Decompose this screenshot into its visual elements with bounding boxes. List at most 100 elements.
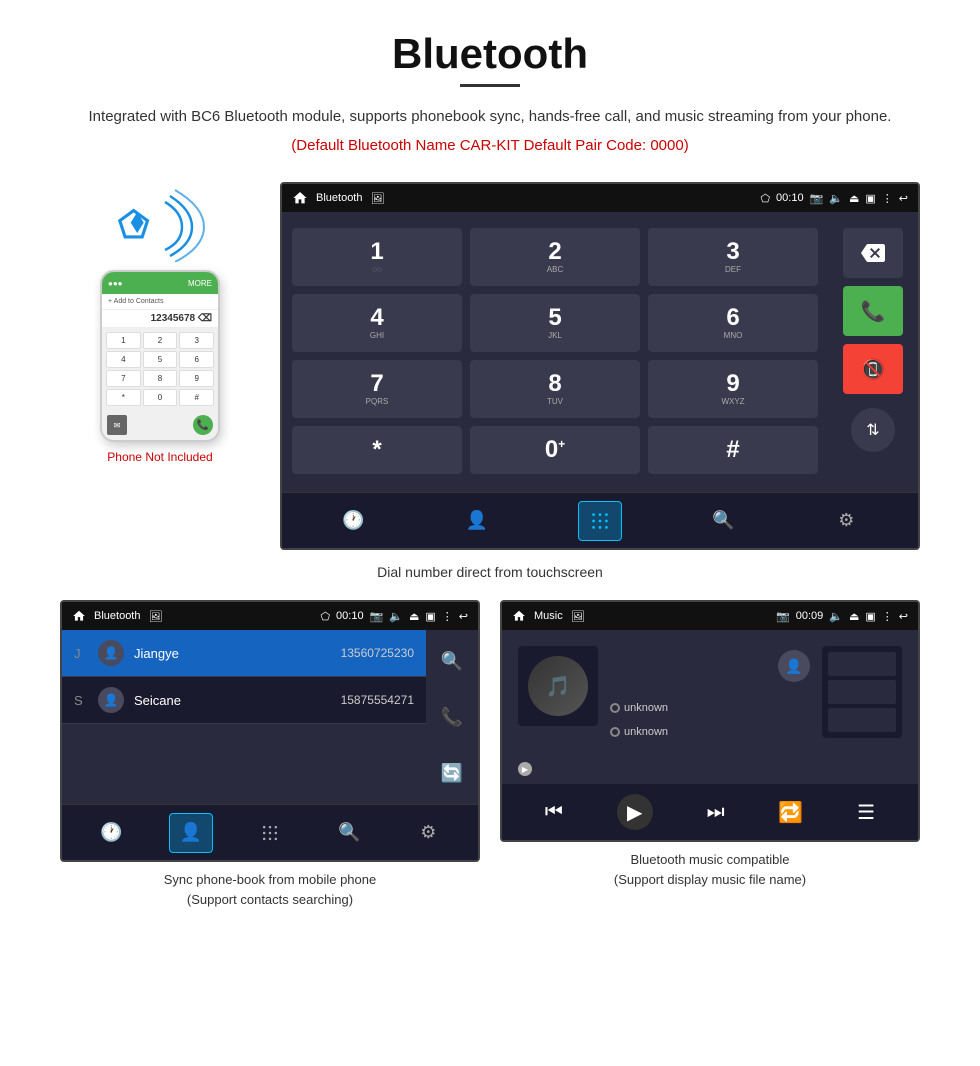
music-screen-title: Music (534, 610, 563, 622)
music-main: 🎵 👤 unknown (502, 630, 918, 758)
nav-settings-btn[interactable]: ⚙ (824, 501, 868, 541)
play-button[interactable]: ▶ (617, 794, 653, 830)
contacts-nav-search[interactable]: 🔍 (327, 813, 371, 853)
top-section: ⬧ ⬠ ●●● MORE + Add to Contacts 1 (60, 182, 920, 550)
dial-key-9[interactable]: 9WXYZ (648, 360, 818, 418)
phone-key-hash[interactable]: # (179, 389, 214, 406)
bt-info-text: (Default Bluetooth Name CAR-KIT Default … (60, 137, 920, 154)
phone-key-3[interactable]: 3 (179, 332, 214, 349)
phone-msg-btn[interactable]: ✉ (107, 415, 127, 435)
dial-left: 1◌◌ 2ABC 3DEF 4GHI 5JKL 6MNO 7PQRS 8TUV … (282, 212, 828, 492)
phone-key-0[interactable]: 0 (143, 389, 178, 406)
bt-status-icon: ⬠ (760, 192, 770, 205)
contacts-refresh-icon[interactable]: 🔄 (434, 755, 470, 791)
phone-not-included-label: Phone Not Included (107, 450, 212, 464)
call-button[interactable]: 📞 (843, 286, 903, 336)
dialpad-icon (589, 510, 611, 532)
volume-icon: 🔈 (829, 192, 843, 205)
music-vol-icon: 🔈 (829, 610, 843, 623)
dial-key-8[interactable]: 8TUV (470, 360, 640, 418)
music-right-panel (822, 646, 902, 738)
contacts-list: J 👤 Jiangye 13560725230 S 👤 Seicane 1587… (62, 630, 426, 804)
nav-clock-btn[interactable]: 🕐 (332, 501, 376, 541)
phone-call-btn[interactable]: 📞 (193, 415, 213, 435)
bt-signal-icon: ⬧ ⬠ (110, 182, 210, 262)
dial-key-3[interactable]: 3DEF (648, 228, 818, 286)
music-note-icon: 🎵 (546, 674, 571, 699)
dial-nav-bar: 🕐 👤 🔍 ⚙ (282, 492, 918, 548)
music-camera-icon: 📷 (776, 610, 790, 623)
phone-key-5[interactable]: 5 (143, 351, 178, 368)
dial-time: 00:10 (776, 192, 804, 204)
phone-key-9[interactable]: 9 (179, 370, 214, 387)
prev-button[interactable]: ⏮ (545, 801, 563, 824)
contact-number-seicane: 15875554271 (341, 693, 414, 707)
music-track-2: unknown (610, 726, 810, 738)
dial-key-4[interactable]: 4GHI (292, 294, 462, 352)
phone-key-2[interactable]: 2 (143, 332, 178, 349)
status-right: ⬠ 00:10 📷 🔈 ⏏ ▣ ⋮ ↩ (760, 192, 908, 205)
contacts-side-icons: 🔍 📞 🔄 (426, 630, 478, 804)
screen-icon-img: 🖼 (370, 192, 384, 205)
next-button[interactable]: ⏭ (707, 801, 725, 824)
phone-key-6[interactable]: 6 (179, 351, 214, 368)
nav-contacts-btn[interactable]: 👤 (455, 501, 499, 541)
phone-key-7[interactable]: 7 (106, 370, 141, 387)
contacts-search-icon[interactable]: 🔍 (434, 643, 470, 679)
dial-key-2[interactable]: 2ABC (470, 228, 640, 286)
contacts-nav-settings[interactable]: ⚙ (406, 813, 450, 853)
dial-key-hash[interactable]: # (648, 426, 818, 474)
dial-car-screen: Bluetooth 🖼 ⬠ 00:10 📷 🔈 ⏏ ▣ ⋮ ↩ (280, 182, 920, 550)
contact-name-seicane: Seicane (134, 693, 341, 708)
swap-button[interactable]: ⇅ (851, 408, 895, 452)
phone-keypad: 1 2 3 4 5 6 7 8 9 * 0 # (102, 328, 218, 410)
contact-row-jiangye[interactable]: J 👤 Jiangye 13560725230 (62, 630, 426, 677)
contact-row-seicane[interactable]: S 👤 Seicane 15875554271 (62, 677, 426, 724)
phone-add-contact: + Add to Contacts (102, 294, 218, 310)
home-icon (292, 190, 308, 206)
music-back-icon: ↩ (899, 610, 908, 623)
dial-key-1[interactable]: 1◌◌ (292, 228, 462, 286)
nav-search-btn[interactable]: 🔍 (701, 501, 745, 541)
dial-key-5[interactable]: 5JKL (470, 294, 640, 352)
contacts-camera-icon: 📷 (370, 610, 384, 623)
phone-column: ⬧ ⬠ ●●● MORE + Add to Contacts 1 (60, 182, 260, 464)
contact-letter-s: S (74, 693, 90, 708)
contacts-menu-icon: ⋮ (442, 610, 453, 623)
phone-key-1[interactable]: 1 (106, 332, 141, 349)
music-eject-icon: ⏏ (849, 610, 859, 623)
dial-content: 1◌◌ 2ABC 3DEF 4GHI 5JKL 6MNO 7PQRS 8TUV … (282, 212, 918, 492)
delete-button[interactable] (843, 228, 903, 278)
bt-signal-svg: ⬠ (110, 182, 210, 262)
repeat-button[interactable]: 🔁 (778, 800, 803, 825)
music-status-right: 📷 00:09 🔈 ⏏ ▣ ⋮ ↩ (776, 610, 908, 623)
dial-key-0[interactable]: 0+ (470, 426, 640, 474)
menu-dots-icon: ⋮ (882, 192, 893, 205)
music-profile-icon: 👤 (778, 650, 810, 682)
music-screen: Music 🖼 📷 00:09 🔈 ⏏ ▣ ⋮ ↩ (500, 600, 920, 842)
music-progress-area: ▶ (502, 758, 918, 784)
contacts-back-icon: ↩ (459, 610, 468, 623)
contacts-screen: Bluetooth 🖼 ⬠ 00:10 📷 🔈 ⏏ ▣ ⋮ ↩ (60, 600, 480, 862)
dial-right: 📞 📵 ⇅ (828, 212, 918, 492)
phone-key-8[interactable]: 8 (143, 370, 178, 387)
hangup-button[interactable]: 📵 (843, 344, 903, 394)
dial-key-6[interactable]: 6MNO (648, 294, 818, 352)
contacts-img-icon: 🖼 (148, 610, 162, 623)
contacts-nav-clock[interactable]: 🕐 (90, 813, 134, 853)
dial-status-bar: Bluetooth 🖼 ⬠ 00:10 📷 🔈 ⏏ ▣ ⋮ ↩ (282, 184, 918, 212)
phone-key-4[interactable]: 4 (106, 351, 141, 368)
music-menu-icon: ⋮ (882, 610, 893, 623)
track2-dot (610, 727, 620, 737)
dial-key-7[interactable]: 7PQRS (292, 360, 462, 418)
contacts-nav-contacts[interactable]: 👤 (169, 813, 213, 853)
dial-key-star[interactable]: * (292, 426, 462, 474)
music-time: 00:09 (796, 610, 824, 622)
description-text: Integrated with BC6 Bluetooth module, su… (60, 105, 920, 129)
nav-dialpad-btn[interactable] (578, 501, 622, 541)
phone-key-star[interactable]: * (106, 389, 141, 406)
contacts-nav-dialpad[interactable] (248, 813, 292, 853)
list-button[interactable]: ☰ (857, 800, 875, 825)
contacts-phone-icon[interactable]: 📞 (434, 699, 470, 735)
bluetooth-logo: ⬧ (130, 202, 144, 240)
